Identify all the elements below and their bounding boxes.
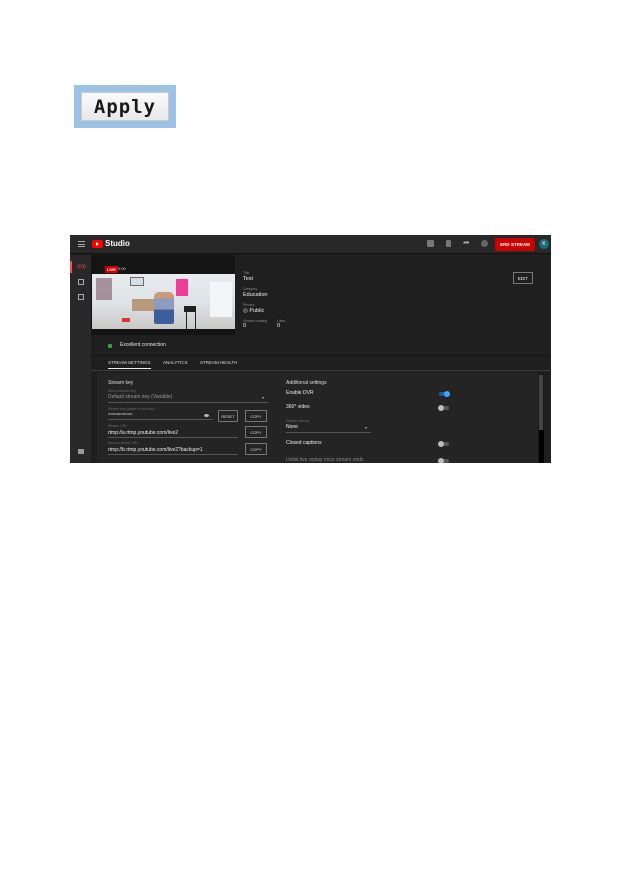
stream-key-select[interactable]: Default stream key (Variable) — [108, 394, 172, 400]
latency-select[interactable]: None — [286, 424, 298, 430]
latency-underline — [286, 432, 371, 433]
tab-bar: STREAM SETTINGS ANALYTICS STREAM HEALTH — [91, 355, 551, 371]
red-object — [122, 318, 130, 322]
avatar[interactable]: K — [539, 239, 549, 249]
share-icon[interactable]: ➦ — [463, 238, 470, 247]
stream-preview: LIVE 0:00 — [91, 255, 235, 335]
toggle-knob — [444, 390, 450, 397]
show-key-icon[interactable] — [204, 414, 209, 417]
left-nav: ((•)) — [70, 255, 91, 463]
edit-button[interactable]: EDIT — [513, 272, 533, 284]
privacy-label: Privacy — [243, 303, 255, 307]
viewers-value: 0 — [243, 323, 247, 329]
nav-camera-icon[interactable] — [78, 279, 84, 285]
url-underline — [108, 437, 238, 438]
youtube-logo-icon — [92, 240, 103, 248]
category-value: Education — [243, 292, 268, 298]
elapsed-time: 0:00 — [118, 266, 126, 271]
enable-dvr-toggle[interactable] — [439, 390, 450, 397]
additional-settings-heading: Additional settings — [286, 380, 327, 386]
feedback-icon[interactable] — [78, 449, 84, 454]
settings-icon[interactable] — [481, 240, 488, 247]
nav-calendar-icon[interactable] — [78, 294, 84, 300]
select-stream-key-label: Select stream key — [108, 389, 136, 393]
category-label: Category — [243, 287, 258, 291]
stream-key-label: Stream key (paste in encoder) — [108, 407, 155, 411]
white-shelf — [210, 282, 232, 317]
top-bar: Studio ➦ END STREAM K — [70, 235, 551, 254]
reset-button[interactable]: RESET — [218, 410, 238, 422]
dropdown-arrow-icon[interactable]: ▾ — [262, 395, 264, 400]
select-underline — [108, 402, 268, 403]
toggle-knob — [438, 440, 444, 447]
settings-panel: Stream key Select stream key Default str… — [97, 373, 543, 463]
toggle-knob — [438, 457, 444, 463]
nav-live-icon[interactable]: ((•)) — [70, 261, 91, 273]
stream-url-label: Stream URL — [108, 424, 128, 428]
tripod — [186, 310, 196, 329]
youtube-studio-window: Studio ➦ END STREAM K ((•)) LIVE 0:00 Ex… — [70, 235, 551, 463]
clothes-rack — [96, 278, 112, 300]
apply-button-frame: Apply — [74, 85, 176, 128]
wall-picture — [130, 277, 144, 286]
viewers-label: Viewers waiting — [243, 319, 268, 323]
person — [154, 292, 174, 324]
menu-icon[interactable] — [78, 241, 85, 247]
title-value: Test — [243, 276, 254, 282]
stream-url-value[interactable]: rtmp://a.rtmp.youtube.com/live2 — [108, 430, 178, 436]
connection-status-icon — [108, 344, 112, 348]
copy-key-button[interactable]: COPY — [245, 410, 267, 422]
hanging-dress — [176, 279, 188, 296]
latency-dropdown-icon[interactable]: ▾ — [365, 425, 367, 430]
partial-setting-toggle[interactable] — [438, 457, 449, 463]
scrollbar-thumb[interactable] — [539, 375, 543, 430]
latency-label: Stream latency — [286, 419, 310, 423]
copy-url-button[interactable]: COPY — [245, 426, 267, 438]
backup-underline — [108, 454, 238, 455]
title-label: Title — [243, 271, 250, 275]
scrollbar-end — [539, 430, 544, 463]
stream-key-value[interactable]: •••••••••••••••••••• — [108, 412, 133, 416]
tab-analytics[interactable]: ANALYTICS — [163, 360, 188, 365]
enable-dvr-label: Enable DVR — [286, 390, 314, 396]
tab-stream-health[interactable]: STREAM HEALTH — [200, 360, 237, 365]
studio-brand: Studio — [105, 239, 130, 248]
privacy-value: ◎ Public — [243, 308, 264, 314]
bookmark-icon[interactable] — [446, 240, 451, 247]
connection-status: Excellent connection — [120, 342, 166, 348]
tab-stream-settings[interactable]: STREAM SETTINGS — [108, 360, 151, 369]
closed-captions-icon[interactable] — [427, 240, 434, 247]
apply-button[interactable]: Apply — [81, 92, 169, 121]
closed-captions-label: Closed captions — [286, 440, 322, 446]
privacy-text: Public — [249, 308, 265, 314]
closed-captions-toggle[interactable] — [438, 440, 449, 447]
video-360-toggle[interactable] — [438, 404, 449, 411]
live-badge: LIVE — [105, 266, 118, 273]
key-underline — [108, 419, 213, 420]
end-stream-button[interactable]: END STREAM — [495, 238, 535, 251]
likes-value: 0 — [277, 323, 281, 329]
stream-key-heading: Stream key — [108, 380, 134, 386]
backup-url-value[interactable]: rtmp://b.rtmp.youtube.com/live2?backup=1 — [108, 447, 203, 453]
backup-url-label: Backup server URL — [108, 441, 139, 445]
copy-backup-button[interactable]: COPY — [245, 443, 267, 455]
toggle-knob — [438, 404, 444, 411]
video-360-label: 360° video — [286, 404, 310, 410]
partial-setting-label: Unlist live replay once stream ends — [286, 457, 364, 463]
video-preview — [92, 274, 235, 329]
